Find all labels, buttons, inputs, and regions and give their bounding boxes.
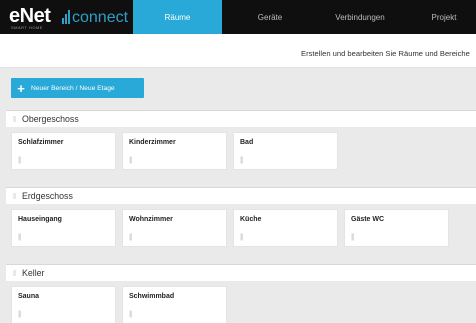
section-header[interactable]: ‖ Obergeschoss [6,110,476,127]
room-name: Hauseingang [18,216,62,223]
tab-label: Räume [164,12,191,22]
room-card[interactable]: Kinderzimmer ||| [122,132,227,170]
section-name: Obergeschoss [22,114,79,124]
tab-projekt[interactable]: Projekt [412,0,476,34]
add-area-button[interactable]: + Neuer Bereich / Neue Etage [11,78,144,98]
room-card[interactable]: Küche ||| [233,209,338,247]
add-area-label: Neuer Bereich / Neue Etage [31,84,115,92]
tab-label: Geräte [257,12,283,22]
drag-handle-icon[interactable]: ||| [129,311,133,318]
room-name: Schlafzimmer [18,139,64,146]
tab-verbindungen[interactable]: Verbindungen [314,0,406,34]
section-name: Erdgeschoss [22,191,73,201]
drag-handle-icon[interactable]: ‖ [6,192,22,201]
logo-product: connect [72,9,129,26]
room-card[interactable]: Gäste WC ||| [344,209,449,247]
tab-label: Verbindungen [335,12,385,22]
room-name: Bad [240,139,254,146]
tab-label: Projekt [431,12,457,22]
room-card[interactable]: Sauna ||| [11,286,116,323]
drag-handle-icon[interactable]: ||| [240,157,244,164]
room-name: Sauna [18,293,40,300]
drag-handle-icon[interactable]: ||| [18,234,22,241]
room-name: Küche [240,216,262,223]
page-subtitle: Erstellen und bearbeiten Sie Räume und B… [301,49,470,58]
logo-tagline: SMART HOME [11,25,43,30]
tab-raeume[interactable]: Räume [133,0,222,34]
room-card[interactable]: Schwimmbad ||| [122,286,227,323]
room-card[interactable]: Wohnzimmer ||| [122,209,227,247]
section-header[interactable]: ‖ Keller [6,264,476,281]
drag-handle-icon[interactable]: ‖ [6,115,22,124]
top-navigation-bar: eNet SMART HOME connect Räume Geräte Ver… [0,0,476,34]
room-name: Gäste WC [351,216,385,223]
drag-handle-icon[interactable]: ||| [18,157,22,164]
section-header[interactable]: ‖ Erdgeschoss [6,187,476,204]
tab-geraete[interactable]: Geräte [226,0,314,34]
drag-handle-icon[interactable]: ||| [129,157,133,164]
drag-handle-icon[interactable]: ||| [129,234,133,241]
room-name: Wohnzimmer [129,216,173,223]
drag-handle-icon[interactable]: ||| [18,311,22,318]
section-name: Keller [22,268,45,278]
drag-handle-icon[interactable]: ||| [351,234,355,241]
drag-handle-icon[interactable]: ||| [240,234,244,241]
room-name: Kinderzimmer [129,139,176,146]
signal-mark-icon [62,10,70,24]
room-name: Schwimmbad [129,293,175,300]
room-card[interactable]: Hauseingang ||| [11,209,116,247]
enet-connect-logo[interactable]: eNet SMART HOME connect [9,5,129,31]
drag-handle-icon[interactable]: ‖ [6,269,22,278]
plus-icon: + [17,80,25,96]
room-card[interactable]: Bad ||| [233,132,338,170]
room-card[interactable]: Schlafzimmer ||| [11,132,116,170]
